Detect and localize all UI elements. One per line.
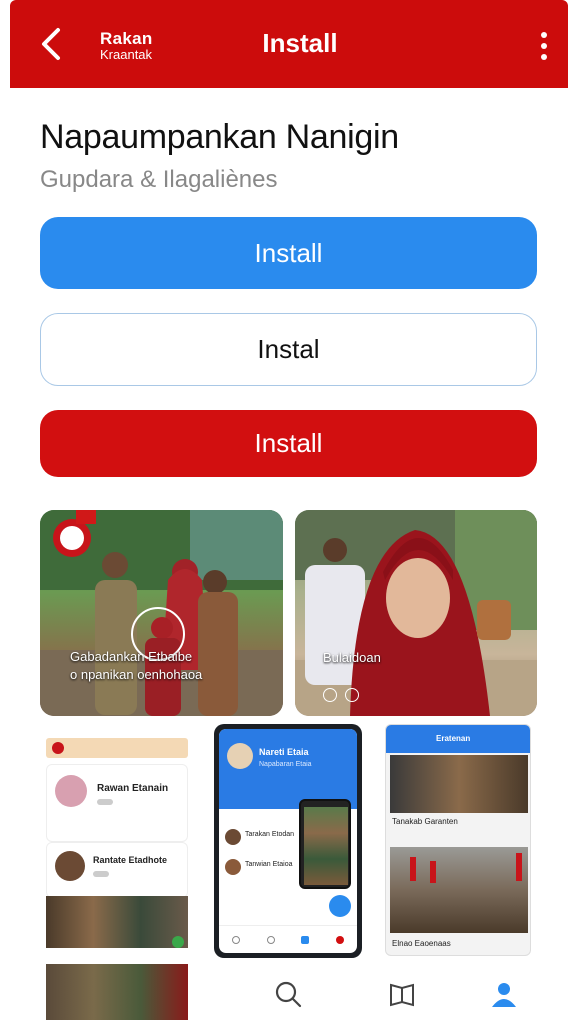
install-outline-button[interactable]: Instal: [40, 313, 537, 386]
news-row2-text: Elnao Eaoenaas: [392, 939, 451, 948]
nav-profile[interactable]: [484, 974, 524, 1014]
flag-icon: [516, 853, 522, 881]
news-row1-text: Tanakab Garanten: [392, 817, 458, 826]
avatar: [225, 859, 241, 875]
preview-row1-name: Rawan Etanain: [97, 783, 169, 794]
home-icon[interactable]: [232, 935, 241, 944]
phone-row2-text: Tanwian Etaioa: [245, 861, 293, 868]
phone-row-2: Tanwian Etaioa: [225, 857, 305, 877]
preview-screenshot-list[interactable]: Rawan Etanain Rantate Etadhote: [40, 724, 192, 1024]
brand-name: Rakan: [100, 29, 153, 48]
back-button[interactable]: [36, 24, 66, 64]
tile1-caption: Gabadankan Etbaibe o npanikan oenhohaoa: [70, 648, 280, 684]
avatar: [55, 851, 85, 881]
news-photo-2: [390, 847, 528, 933]
check-badge-icon: [172, 936, 184, 948]
install-primary-button[interactable]: Install: [40, 217, 537, 289]
phone-bottom-nav: [219, 925, 357, 953]
avatar: [225, 829, 241, 845]
media-tile-family[interactable]: Gabadankan Etbaibe o npanikan oenhohaoa: [40, 510, 283, 716]
alert-icon[interactable]: [335, 935, 344, 944]
portrait-photo-image: [295, 510, 537, 716]
phone-row-1: Tarakan Etodan: [225, 827, 305, 847]
rating-icon: [93, 871, 109, 877]
install-red-button[interactable]: Install: [40, 410, 537, 477]
preview-card-2: Rantate Etadhote: [46, 842, 188, 898]
preview-header-bar: [46, 738, 188, 758]
bottom-navigation: [210, 964, 576, 1024]
rating-icon: [97, 799, 113, 805]
search-icon[interactable]: [266, 935, 275, 944]
avatar: [55, 775, 87, 807]
chat-icon[interactable]: [301, 935, 310, 944]
news-photo-1: [390, 755, 528, 813]
flag-icon: [430, 861, 436, 883]
preview-screenshot-phone[interactable]: Nareti Etaia Napabaran Etaia Tarakan Eto…: [214, 724, 362, 958]
preview-screenshot-news[interactable]: Eratenan Tanakab Garanten Elnao Eaoenaas: [385, 724, 531, 956]
avatar: [227, 743, 253, 769]
nav-library[interactable]: [382, 974, 422, 1014]
back-arrow-icon: [42, 28, 60, 60]
search-icon: [275, 981, 302, 1008]
flag-icon: [410, 857, 416, 881]
kebab-dot-icon: [541, 54, 547, 60]
appbar-title: Install: [262, 28, 338, 58]
media-tile-portrait[interactable]: Bulaidoan: [295, 510, 537, 716]
phone-row1-text: Tarakan Etodan: [245, 831, 295, 838]
phone-inset-gallery: [299, 799, 351, 889]
tile1-caption-line1: Gabadankan Etbaibe: [70, 649, 193, 664]
preview-row2-name: Rantate Etadhote: [93, 855, 168, 865]
brand-tagline: Kraantak: [100, 47, 153, 62]
preview-photo-strip-1: [46, 896, 188, 948]
preview-logo-icon: [52, 742, 64, 754]
phone-header: Nareti Etaia Napabaran Etaia: [219, 729, 357, 809]
preview-photo-strip-2: [46, 964, 188, 1020]
tile2-controls: [323, 688, 359, 702]
page-subtitle: Gupdara & Ilagaliènes: [40, 166, 278, 193]
book-icon: [390, 983, 414, 1007]
news-header-title: Eratenan: [436, 734, 471, 743]
app-bar: Rakan Kraantak Install: [10, 0, 568, 88]
tile1-caption-line2: o npanikan oenhohaoa: [70, 667, 203, 683]
phone-header-sub: Napabaran Etaia: [259, 761, 312, 768]
clock-icon[interactable]: [345, 688, 359, 702]
profile-icon: [492, 983, 516, 1007]
phone-header-title: Nareti Etaia: [259, 747, 309, 757]
replay-icon[interactable]: [323, 688, 337, 702]
preview-card-1: Rawan Etanain: [46, 764, 188, 842]
tile2-caption: Bulaidoan: [323, 650, 381, 665]
brand-logo: Rakan Kraantak: [100, 30, 153, 61]
news-header: Eratenan: [386, 725, 530, 753]
nav-search[interactable]: [268, 974, 308, 1014]
gallery-grid-image: [304, 807, 348, 885]
kebab-dot-icon: [541, 43, 547, 49]
app-screen: Rakan Kraantak Install Napaumpankan Nani…: [0, 0, 576, 1024]
kebab-dot-icon: [541, 32, 547, 38]
more-options-button[interactable]: [532, 26, 556, 66]
page-title: Napaumpankan Nanigin: [40, 118, 399, 156]
family-photo-image: [40, 510, 283, 716]
fab-button[interactable]: [329, 895, 351, 917]
phone-screen: Nareti Etaia Napabaran Etaia Tarakan Eto…: [219, 729, 357, 953]
